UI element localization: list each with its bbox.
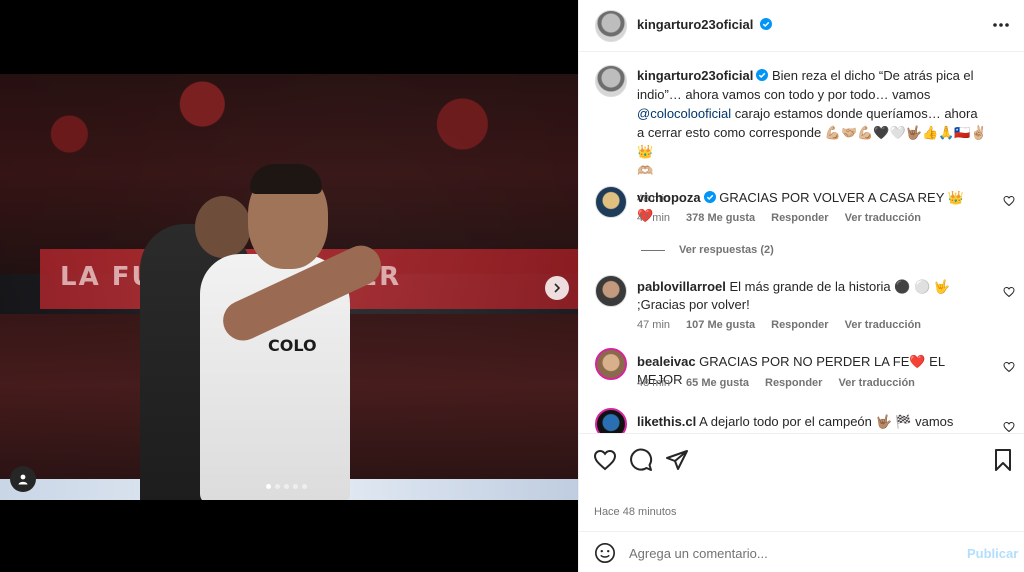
carousel-dot	[293, 484, 298, 489]
comment-meta: 47 min 378 Me gusta Responder Ver traduc…	[637, 212, 921, 224]
author-username[interactable]: kingarturo23oficial	[637, 17, 772, 32]
add-comment-bar: Publicar	[579, 531, 1024, 572]
comment-text: pablovillarroel El más grande de la hist…	[637, 278, 977, 314]
comment-input[interactable]	[629, 542, 949, 564]
comment-avatar[interactable]	[595, 275, 627, 307]
photo-coach-head	[195, 196, 251, 258]
post-side-panel: kingarturo23oficial kingarturo23oficial …	[578, 0, 1024, 572]
verified-icon	[759, 18, 772, 30]
tag-user-icon	[18, 474, 28, 485]
comment-reply-button[interactable]: Responder	[771, 212, 828, 224]
author-avatar[interactable]	[595, 10, 627, 42]
comment-username[interactable]: vichopoza	[637, 190, 701, 205]
heart-icon[interactable]	[1003, 195, 1015, 207]
view-replies-label[interactable]: Ver respuestas (2)	[679, 244, 774, 256]
heart-icon[interactable]	[1003, 421, 1015, 433]
post-caption: kingarturo23oficial Bien reza el dicho “…	[637, 66, 987, 209]
comment-username[interactable]: likethis.cl	[637, 414, 696, 429]
next-arrow-icon	[554, 283, 561, 293]
comment-translate-button[interactable]: Ver traducción	[845, 319, 921, 331]
comment-time[interactable]: 48 min	[637, 377, 670, 389]
post-actions-bar	[579, 433, 1024, 483]
comment-meta: 48 min 65 Me gusta Responder Ver traducc…	[637, 377, 915, 389]
carousel-dot	[266, 484, 271, 489]
comment-username[interactable]: bealeivac	[637, 354, 696, 369]
caption-avatar[interactable]	[595, 65, 627, 97]
caption-username[interactable]: kingarturo23oficial	[637, 68, 753, 83]
comment-text: likethis.cl A dejarlo todo por el campeó…	[637, 413, 977, 433]
caption-text-suffix2: 🫶🏼	[637, 163, 654, 178]
comment-translate-button[interactable]: Ver traducción	[838, 377, 914, 389]
next-image-button[interactable]	[545, 276, 569, 300]
publish-button[interactable]: Publicar	[967, 546, 1018, 561]
post-date[interactable]: Hace 48 minutos	[594, 506, 677, 518]
comment-username[interactable]: pablovillarroel	[637, 279, 726, 294]
caption-mention[interactable]: @colocolooficial	[637, 106, 731, 121]
tag-user-button[interactable]	[10, 466, 36, 492]
comment-avatar[interactable]	[595, 408, 627, 433]
carousel-dot	[275, 484, 280, 489]
author-username-text[interactable]: kingarturo23oficial	[637, 17, 753, 32]
share-icon[interactable]	[665, 448, 689, 472]
comment-reply-button[interactable]: Responder	[765, 377, 822, 389]
comment-time[interactable]: 47 min	[637, 212, 670, 224]
save-icon[interactable]	[991, 448, 1015, 472]
comment-avatar[interactable]	[595, 186, 627, 218]
replies-line	[641, 249, 665, 251]
comment-likes[interactable]: 378 Me gusta	[686, 212, 755, 224]
comments-scroll-area[interactable]: kingarturo23oficial Bien reza el dicho “…	[579, 53, 1024, 433]
verified-icon	[756, 69, 769, 81]
carousel-dot	[284, 484, 289, 489]
emoji-icon[interactable]	[594, 542, 616, 564]
more-options-icon[interactable]	[991, 15, 1011, 35]
comment-likes[interactable]: 65 Me gusta	[686, 377, 749, 389]
view-replies-button[interactable]: Ver respuestas (2)	[641, 244, 774, 256]
comment-icon[interactable]	[629, 448, 653, 472]
comment-reply-button[interactable]: Responder	[771, 319, 828, 331]
verified-icon	[703, 191, 716, 203]
comment-meta: 47 min 107 Me gusta Responder Ver traduc…	[637, 319, 921, 331]
heart-icon[interactable]	[593, 448, 617, 472]
post-photo[interactable]: LA FUERZA AUTOSER COLO 23	[0, 74, 578, 500]
comment-likes[interactable]: 107 Me gusta	[686, 319, 755, 331]
comment-time[interactable]: 47 min	[637, 319, 670, 331]
carousel-dots	[266, 484, 307, 489]
photo-shirt-sponsor: COLO	[268, 336, 317, 355]
heart-icon[interactable]	[1003, 361, 1015, 373]
carousel-dot	[302, 484, 307, 489]
post-header: kingarturo23oficial	[579, 0, 1024, 52]
heart-icon[interactable]	[1003, 286, 1015, 298]
photo-player-hair	[250, 164, 322, 194]
post-media: LA FUERZA AUTOSER COLO 23	[0, 0, 578, 572]
comment-avatar[interactable]	[595, 348, 627, 380]
comment-translate-button[interactable]: Ver traducción	[845, 212, 921, 224]
